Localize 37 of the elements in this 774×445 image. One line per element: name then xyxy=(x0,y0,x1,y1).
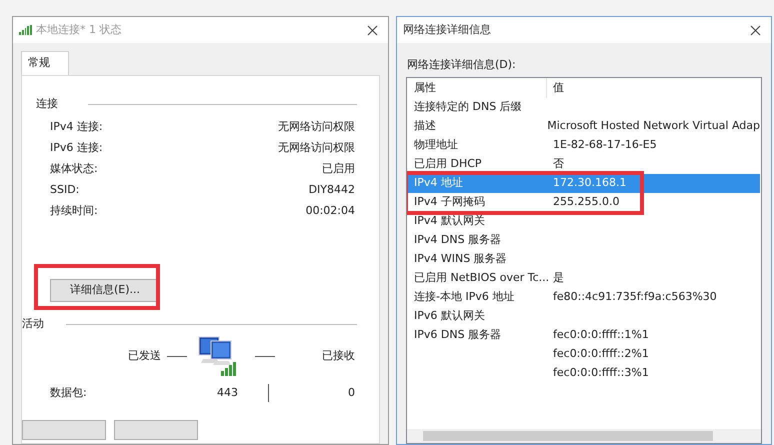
packets-received: 0 xyxy=(348,384,355,401)
field-value: 已启用 xyxy=(322,161,355,178)
field-label: IPv4 连接: xyxy=(50,119,103,136)
field-value: 00:02:04 xyxy=(306,203,355,220)
list-label: 网络连接详细信息(D): xyxy=(407,57,516,73)
list-row[interactable]: 已启用 NetBIOS over Tc... 是 xyxy=(408,269,760,288)
list-row[interactable]: fec0:0:0:ffff::3%1 xyxy=(408,364,760,383)
list-row[interactable]: 连接特定的 DNS 后缀 xyxy=(408,98,760,117)
list-row[interactable]: 连接-本地 IPv6 地址 fe80::4c91:735f:f9a:c563%30 xyxy=(408,288,760,307)
window-title: 网络连接详细信息 xyxy=(403,22,491,38)
field-label: IPv6 连接: xyxy=(50,140,103,156)
list-row[interactable]: IPv4 WINS 服务器 xyxy=(408,250,760,269)
list-row[interactable]: fec0:0:0:ffff::2%1 xyxy=(408,345,760,364)
tab[interactable]: 常规 xyxy=(21,51,69,75)
packets-sent: 443 xyxy=(216,384,238,401)
list-row[interactable]: 物理地址 1E-82-68-17-16-E5 xyxy=(408,136,760,155)
field-label: 媒体状态: xyxy=(50,161,98,178)
window-title: 本地连接* 1 状态 xyxy=(36,22,122,38)
list-row[interactable]: IPv6 默认网关 xyxy=(408,307,760,326)
received-label: 已接收 xyxy=(322,348,355,364)
list-row[interactable]: IPv4 DNS 服务器 xyxy=(408,231,760,250)
field-value: DIY8442 xyxy=(308,182,355,198)
field-value: 无网络访问权限 xyxy=(278,119,355,136)
field-value: 无网络访问权限 xyxy=(278,140,355,156)
section-heading: 活动 xyxy=(22,316,44,332)
list-row[interactable]: IPv4 子网掩码 255.255.0.0 xyxy=(408,193,760,212)
field-label: 数据包: xyxy=(50,384,88,401)
sent-label: 已发送 xyxy=(128,348,161,364)
list-row[interactable]: 已启用 DHCP 否 xyxy=(408,155,760,174)
list-row[interactable]: 描述 Microsoft Hosted Network Virtual Adap xyxy=(408,117,760,136)
column-header[interactable]: 属性 xyxy=(407,78,547,98)
list-row[interactable]: IPv4 默认网关 xyxy=(408,212,760,231)
section-heading: 连接 xyxy=(36,96,58,112)
field-label: SSID: xyxy=(50,182,80,198)
list-row[interactable]: IPv6 DNS 服务器 fec0:0:0:ffff::1%1 xyxy=(408,326,760,345)
column-header[interactable]: 值 xyxy=(547,80,564,96)
field-label: 持续时间: xyxy=(50,203,98,220)
